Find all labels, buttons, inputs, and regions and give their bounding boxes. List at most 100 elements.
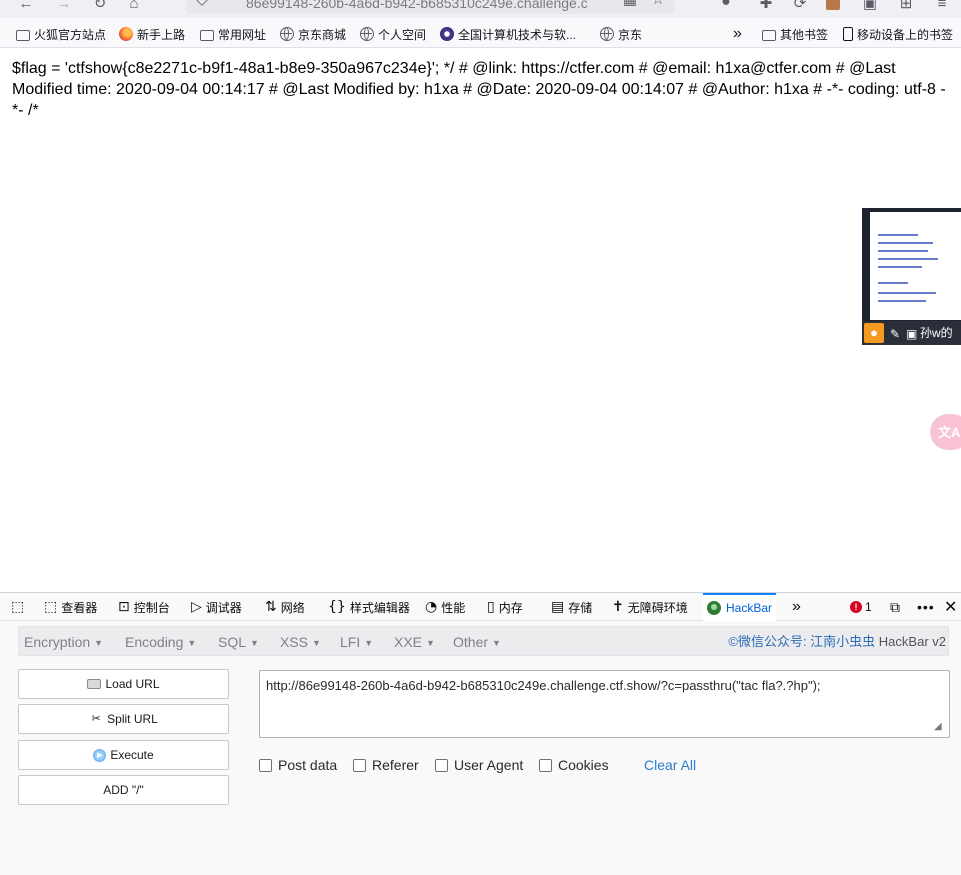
tab-network[interactable]: ⇅ 网络 [265, 593, 305, 621]
forward-arrow-icon[interactable]: → [56, 0, 72, 12]
tab-storage[interactable]: ▤ 存储 [551, 593, 592, 621]
load-icon [87, 679, 102, 689]
address-bar-url[interactable]: 86e99148-260b-4a6d-b942-b685310c249e.cha… [246, 0, 588, 11]
load-url-button[interactable]: Load URL [18, 669, 229, 699]
checkbox-box[interactable] [539, 758, 552, 772]
tab-accessibility[interactable]: ✝ 无障碍环境 [612, 593, 688, 621]
tab-style-editor[interactable]: {} 样式编辑器 [328, 593, 410, 621]
split-url-button[interactable]: ✂ Split URL [18, 704, 229, 734]
add-slash-button[interactable]: ADD "/" [18, 775, 229, 805]
bookmark-item[interactable]: 京东 [600, 25, 642, 43]
sync-icon[interactable]: ⟳ [792, 0, 808, 12]
menu-xss[interactable]: XSS ▼ [280, 627, 321, 657]
tab-debugger[interactable]: ▷ 调试器 [191, 593, 242, 621]
accessibility-icon: ✝ [612, 599, 624, 615]
bookmark-item[interactable]: 个人空间 [360, 25, 426, 43]
profile-avatar[interactable] [826, 0, 840, 10]
close-icon[interactable]: ✕ [944, 593, 957, 621]
video-user-label: 孙w的 [920, 326, 953, 340]
resize-handle-icon[interactable]: ◢ [934, 721, 946, 733]
other-bookmarks[interactable]: 其他书签 [762, 25, 828, 43]
pin-icon[interactable]: ✚ [758, 0, 774, 12]
caret-down-icon: ▼ [94, 638, 104, 648]
tab-memory[interactable]: ▯ 内存 [487, 593, 523, 621]
dock-side-icon[interactable]: ⧉ [890, 593, 900, 621]
folder-icon [762, 29, 776, 41]
checkbox-label: Referer [372, 757, 419, 773]
address-bar[interactable]: ◇ 86e99148-260b-4a6d-b942-b685310c249e.c… [186, 0, 674, 14]
home-icon[interactable]: ⌂ [126, 0, 142, 12]
extension-icon[interactable]: ● [718, 0, 734, 10]
reload-icon[interactable]: ↻ [92, 0, 108, 12]
bookmark-item[interactable]: 京东商城 [280, 25, 346, 43]
menu-lfi[interactable]: LFI ▼ [340, 627, 373, 657]
element-picker-button[interactable]: ⬚ [11, 593, 28, 621]
tab-label: 网络 [280, 600, 305, 615]
tab-console[interactable]: ⊡ 控制台 [118, 593, 170, 621]
page-content: $flag = 'ctfshow{c8e2271c-b9f1-48a1-b8e9… [0, 49, 961, 592]
caret-down-icon: ▼ [187, 638, 197, 648]
bookmark-item[interactable]: 新手上路 [119, 25, 185, 43]
menu-label: Encryption [24, 634, 91, 650]
caret-down-icon: ▼ [312, 638, 321, 648]
execute-button[interactable]: ▶ Execute [18, 740, 229, 770]
inspector-icon: ⬚ [44, 599, 58, 615]
menu-label: XXE [394, 634, 423, 650]
ccf-icon [440, 27, 454, 41]
menu-encryption[interactable]: Encryption ▼ [24, 627, 103, 657]
pick-element-icon: ⬚ [11, 599, 25, 615]
menu-label: Other [453, 634, 489, 650]
translate-button[interactable]: 文A [930, 414, 961, 450]
menu-other[interactable]: Other ▼ [453, 627, 501, 657]
bookmark-item[interactable]: 火狐官方站点 [16, 25, 106, 43]
caret-down-icon: ▼ [426, 638, 435, 648]
storage-icon: ▤ [551, 599, 565, 615]
bookmark-label: 京东 [618, 27, 643, 42]
mic-off-icon[interactable]: ✎ [890, 327, 900, 341]
screenshot-icon[interactable]: ▣ [862, 0, 878, 12]
error-counter[interactable]: ! 1 [850, 593, 872, 621]
mobile-bookmarks-label: 移动设备上的书签 [857, 27, 954, 42]
browser-toolbar: ← → ↻ ⌂ ◇ 86e99148-260b-4a6d-b942-b68531… [0, 0, 961, 18]
version-label: HackBar v2 [878, 634, 946, 649]
menu-xxe[interactable]: XXE ▼ [394, 627, 435, 657]
video-frame [870, 212, 961, 320]
other-bookmarks-label: 其他书签 [780, 27, 829, 42]
mobile-bookmarks[interactable]: 移动设备上的书签 [843, 25, 953, 43]
user-icon[interactable]: ● [864, 323, 884, 343]
checkbox-box[interactable] [259, 758, 272, 772]
checkbox-box[interactable] [353, 758, 366, 772]
tab-label: 控制台 [133, 600, 170, 615]
tab-performance[interactable]: ◔ 性能 [425, 593, 465, 621]
button-label: Split URL [107, 712, 158, 726]
menu-label: Encoding [125, 634, 184, 650]
shield-icon[interactable]: ◇ [194, 0, 210, 8]
menu-sql[interactable]: SQL ▼ [218, 627, 259, 657]
url-input[interactable]: http://86e99148-260b-4a6d-b942-b685310c2… [259, 670, 950, 738]
translate-icon: 文A [938, 425, 961, 440]
referer-checkbox[interactable]: Referer [353, 757, 419, 773]
menu-encoding[interactable]: Encoding ▼ [125, 627, 196, 657]
bookmark-item[interactable]: 全国计算机技术与软... [440, 25, 576, 43]
menu-icon[interactable]: ≡ [934, 0, 950, 12]
container-icon[interactable]: ⊞ [898, 0, 914, 12]
bookmark-item[interactable]: 常用网址 [200, 25, 266, 43]
screen-share-icon[interactable]: ▣ [906, 327, 917, 341]
checkbox-box[interactable] [435, 758, 448, 772]
bookmark-star-icon[interactable]: ☆ [650, 0, 666, 8]
tab-hackbar[interactable]: HackBar [703, 593, 777, 621]
floating-video-window[interactable]: ● ✎ ▣ 孙w的 [862, 208, 961, 345]
user-agent-checkbox[interactable]: User Agent [435, 757, 523, 773]
bookmarks-overflow-button[interactable]: » [733, 25, 742, 43]
cookies-checkbox[interactable]: Cookies [539, 757, 609, 773]
performance-icon: ◔ [425, 599, 438, 615]
more-options-icon[interactable]: ••• [917, 593, 935, 621]
tab-inspector[interactable]: ⬚ 查看器 [44, 593, 97, 621]
chevron-double-right-icon[interactable]: » [792, 593, 801, 621]
back-arrow-icon[interactable]: ← [18, 0, 34, 12]
post-data-checkbox[interactable]: Post data [259, 757, 337, 773]
error-count: 1 [865, 600, 872, 614]
bookmark-label: 火狐官方站点 [34, 27, 107, 42]
clear-all-link[interactable]: Clear All [644, 757, 696, 773]
qr-code-icon[interactable]: ▦ [622, 0, 638, 8]
